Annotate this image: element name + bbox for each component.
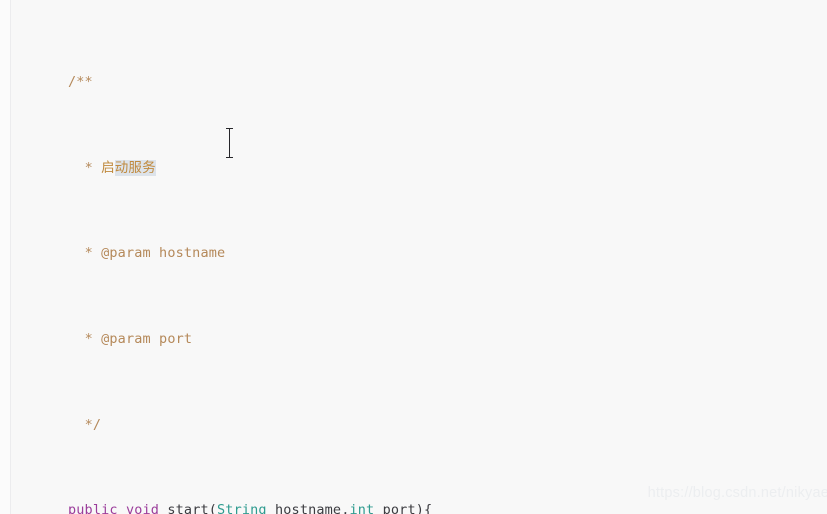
code-line: */ [68,415,490,436]
editor-left-rule [0,0,11,514]
code-line: * @param hostname [68,243,490,264]
param-port: port){ [374,502,433,514]
comment-param-hostname: * @param hostname [84,245,226,262]
comment-text-unselected: 启 [101,159,115,176]
comment-block-open: /** [68,74,93,91]
comment-param-port: * @param port [84,331,193,348]
comment-star: * [84,159,102,176]
method-name-start: start( [167,502,218,514]
type-int: int [349,502,375,514]
code-line: /** [68,72,490,93]
watermark-url: https://blog.csdn.net/nikyae [647,485,827,501]
comment-block-close: */ [84,416,102,433]
keyword-void: void [125,502,160,514]
param-hostname: hostname, [266,502,350,514]
code-content[interactable]: /** * 启动服务 * @param hostname * @param po… [68,8,490,514]
keyword-public: public [68,502,118,514]
code-line-method-signature: public void start(String hostname,int po… [68,500,490,514]
type-string: String [217,502,267,514]
code-line: * @param port [68,329,490,350]
code-viewport[interactable]: /** * 启动服务 * @param hostname * @param po… [0,0,827,514]
comment-text-selected[interactable]: 动服务 [114,159,156,176]
code-line: * 启动服务 [68,158,490,179]
